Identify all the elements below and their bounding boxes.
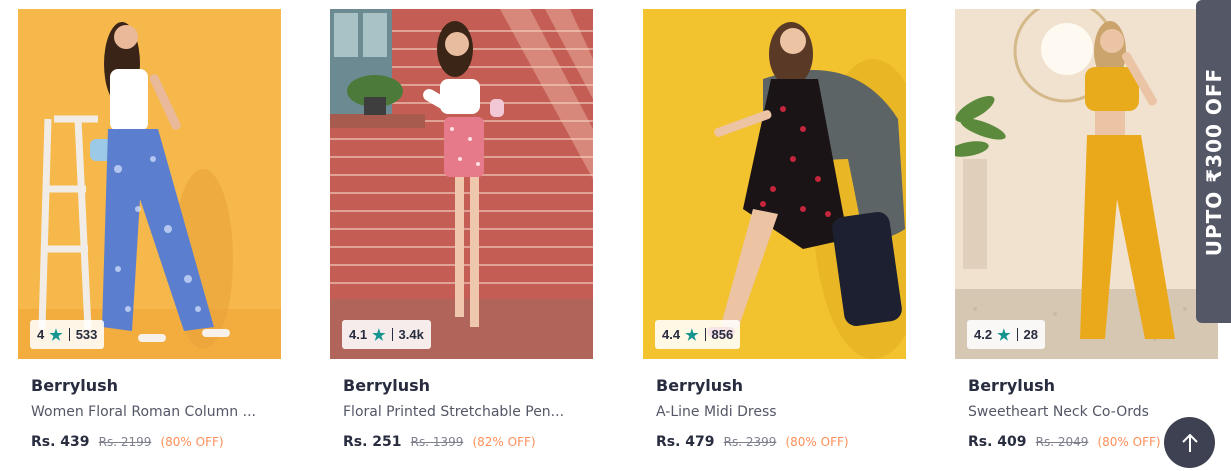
rating-badge: 4 ★ 533 <box>30 320 105 349</box>
rating-value: 4 <box>37 327 45 342</box>
rating-divider <box>704 328 706 341</box>
product-photo-midi-dress <box>643 9 906 359</box>
product-discount: (80% OFF) <box>160 435 224 449</box>
price-row: Rs. 439 Rs. 2199 (80% OFF) <box>31 431 281 452</box>
product-info: Berrylush Women Floral Roman Column ... … <box>18 359 281 452</box>
star-icon: ★ <box>372 326 386 344</box>
product-image[interactable]: 4.1 ★ 3.4k <box>330 9 593 359</box>
rating-divider <box>68 328 70 341</box>
rating-value: 4.1 <box>349 327 368 342</box>
product-discount: (82% OFF) <box>472 435 536 449</box>
rating-divider <box>391 328 393 341</box>
rating-value: 4.2 <box>974 327 993 342</box>
rating-badge: 4.2 ★ 28 <box>967 320 1045 349</box>
product-image[interactable]: 4 ★ 533 <box>18 9 281 359</box>
offer-tab[interactable]: UPTO ₹300 OFF <box>1196 0 1231 323</box>
product-title: Floral Printed Stretchable Pen... <box>343 404 565 420</box>
product-title: A-Line Midi Dress <box>656 404 777 420</box>
rating-count: 3.4k <box>398 327 424 342</box>
product-mrp: Rs. 2049 <box>1035 435 1089 449</box>
price-row: Rs. 251 Rs. 1399 (82% OFF) <box>343 431 593 452</box>
product-discount: (80% OFF) <box>1097 435 1161 449</box>
product-info: Berrylush Floral Printed Stretchable Pen… <box>330 359 593 452</box>
product-card[interactable]: 4 ★ 533 Berrylush Women Floral Roman Col… <box>18 9 281 471</box>
product-mrp: Rs. 1399 <box>410 435 464 449</box>
rating-badge: 4.4 ★ 856 <box>655 320 741 349</box>
product-grid: 4 ★ 533 Berrylush Women Floral Roman Col… <box>0 0 1231 471</box>
rating-count: 533 <box>75 327 98 342</box>
offer-tab-label: UPTO ₹300 OFF <box>1201 67 1226 256</box>
product-card[interactable]: 4.1 ★ 3.4k Berrylush Floral Printed Stre… <box>330 9 593 471</box>
price-row: Rs. 479 Rs. 2399 (80% OFF) <box>656 431 906 452</box>
product-photo-floral-skirt <box>330 9 593 359</box>
star-icon: ★ <box>997 326 1011 344</box>
product-brand: Berrylush <box>343 376 431 395</box>
star-icon: ★ <box>49 326 63 344</box>
star-icon: ★ <box>685 326 699 344</box>
product-discount: (80% OFF) <box>785 435 849 449</box>
arrow-up-icon <box>1181 433 1198 452</box>
product-photo-floral-trousers <box>18 9 281 359</box>
rating-count: 856 <box>711 327 734 342</box>
rating-count: 28 <box>1023 327 1038 342</box>
product-card[interactable]: 4.2 ★ 28 Berrylush Sweetheart Neck Co-Or… <box>955 9 1218 471</box>
product-price: Rs. 439 <box>31 434 90 450</box>
rating-value: 4.4 <box>662 327 681 342</box>
product-photo-co-ords <box>955 9 1218 359</box>
rating-divider <box>1016 328 1018 341</box>
product-brand: Berrylush <box>31 376 119 395</box>
scroll-to-top-button[interactable] <box>1164 417 1215 468</box>
product-image[interactable]: 4.4 ★ 856 <box>643 9 906 359</box>
product-price: Rs. 251 <box>343 434 402 450</box>
product-mrp: Rs. 2199 <box>98 435 152 449</box>
product-mrp: Rs. 2399 <box>723 435 777 449</box>
product-info: Berrylush A-Line Midi Dress Rs. 479 Rs. … <box>643 359 906 452</box>
product-card[interactable]: 4.4 ★ 856 Berrylush A-Line Midi Dress Rs… <box>643 9 906 471</box>
product-price: Rs. 409 <box>968 434 1027 450</box>
product-title: Women Floral Roman Column ... <box>31 404 256 420</box>
product-price: Rs. 479 <box>656 434 715 450</box>
product-brand: Berrylush <box>656 376 744 395</box>
rating-badge: 4.1 ★ 3.4k <box>342 320 431 349</box>
product-brand: Berrylush <box>968 376 1056 395</box>
product-title: Sweetheart Neck Co-Ords <box>968 404 1149 420</box>
product-image[interactable]: 4.2 ★ 28 <box>955 9 1218 359</box>
